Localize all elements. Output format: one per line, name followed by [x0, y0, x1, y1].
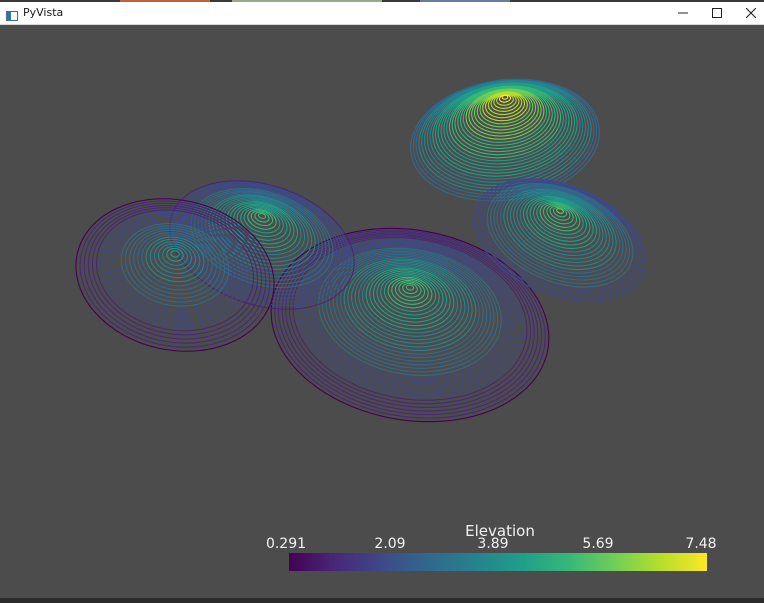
pyvista-window-icon [6, 7, 18, 21]
minimize-icon [678, 12, 688, 14]
close-icon [746, 8, 756, 18]
colorbar-tick-label: 2.09 [374, 536, 406, 552]
colorbar-tick-label: 5.69 [582, 536, 614, 552]
pyvista-window: PyVista Elevation 0.291 2.09 3.89 5.69 7… [0, 0, 764, 603]
close-button[interactable] [734, 2, 764, 24]
contour-line [274, 229, 546, 419]
window-title: PyVista [23, 6, 64, 19]
minimize-button[interactable] [666, 2, 700, 24]
bottom-border [0, 598, 764, 603]
contour-line [405, 284, 415, 291]
maximize-button[interactable] [700, 2, 734, 24]
contour-line [170, 250, 180, 258]
colorbar-tick-label: 3.89 [477, 536, 509, 552]
render-viewport[interactable] [0, 25, 764, 603]
colorbar-tick-label: 0.291 [265, 536, 307, 552]
contour-line [501, 94, 509, 100]
colorbar [289, 553, 707, 571]
maximize-icon [712, 8, 722, 18]
contour-surface-plot[interactable] [0, 25, 764, 603]
colorbar-tick-label: 7.48 [685, 536, 717, 552]
title-bar[interactable]: PyVista [0, 2, 764, 25]
